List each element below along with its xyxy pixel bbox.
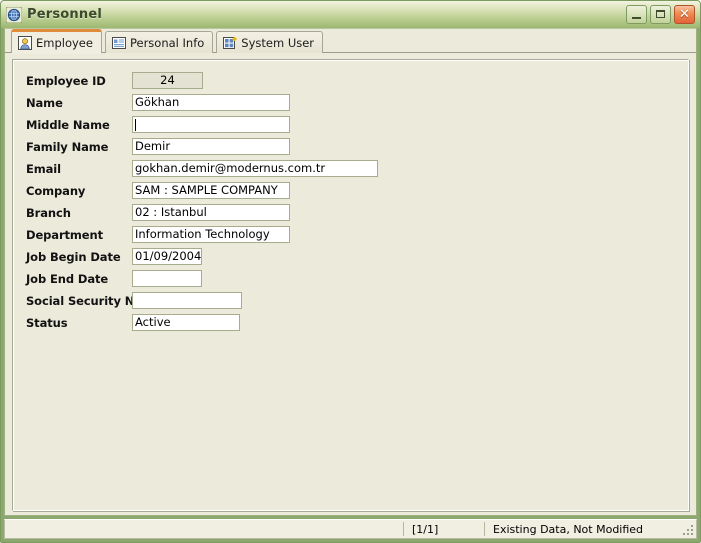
window-controls: ✕ <box>626 5 695 24</box>
label-job-end-date: Job End Date <box>26 271 109 286</box>
status-message <box>5 520 403 538</box>
maximize-icon <box>656 10 665 18</box>
department-field[interactable]: Information Technology <box>132 226 290 243</box>
tab-label: Personal Info <box>129 35 205 50</box>
label-employee-id: Employee ID <box>26 73 106 88</box>
field-row-status: Status Active <box>13 312 688 333</box>
tab-strip: Employee Personal Info System User <box>5 29 696 54</box>
close-button[interactable]: ✕ <box>674 5 695 24</box>
label-company: Company <box>26 183 86 198</box>
label-middle-name: Middle Name <box>26 117 110 132</box>
status-page-indicator: [1/1] <box>412 522 439 536</box>
window-title: Personnel <box>27 7 103 22</box>
field-row-company: Company SAM : SAMPLE COMPANY <box>13 180 688 201</box>
tab-employee[interactable]: Employee <box>11 29 102 54</box>
globe-icon <box>6 6 22 23</box>
social-security-no-field[interactable] <box>132 292 242 309</box>
field-row-employee-id: Employee ID 24 <box>13 70 688 91</box>
minimize-button[interactable] <box>626 5 647 24</box>
close-icon: ✕ <box>679 7 690 22</box>
status-record-state: Existing Data, Not Modified <box>493 522 644 536</box>
minimize-icon <box>632 17 641 19</box>
status-bar: [1/1] Existing Data, Not Modified <box>4 519 697 539</box>
tab-label: Employee <box>36 35 93 50</box>
label-name: Name <box>26 95 63 110</box>
label-family-name: Family Name <box>26 139 109 154</box>
tab-system-user[interactable]: System User <box>216 31 324 53</box>
label-branch: Branch <box>26 205 71 220</box>
tab-label: System User <box>241 35 315 50</box>
text-caret <box>135 118 136 131</box>
middle-name-field[interactable] <box>132 116 290 133</box>
family-name-field[interactable]: Demir <box>132 138 290 155</box>
field-row-job-end-date: Job End Date <box>13 268 688 289</box>
field-row-middle-name: Middle Name <box>13 114 688 135</box>
branch-field[interactable]: 02 : Istanbul <box>132 204 290 221</box>
label-department: Department <box>26 227 103 242</box>
email-field[interactable]: gokhan.demir@modernus.com.tr <box>132 160 378 177</box>
field-row-job-begin-date: Job Begin Date 01/09/2004 <box>13 246 688 267</box>
field-row-email: Email gokhan.demir@modernus.com.tr <box>13 158 688 179</box>
user-card-icon <box>18 35 32 50</box>
employee-id-field: 24 <box>132 72 203 89</box>
name-field[interactable]: Gökhan <box>132 94 290 111</box>
field-row-family-name: Family Name Demir <box>13 136 688 157</box>
field-row-branch: Branch 02 : Istanbul <box>13 202 688 223</box>
label-social-security-no: Social Security No <box>26 293 143 308</box>
personnel-window: Personnel ✕ Employee Personal Info Syste… <box>0 0 701 543</box>
user-add-icon <box>223 36 237 49</box>
list-card-icon <box>111 36 126 49</box>
field-row-name: Name Gökhan <box>13 92 688 113</box>
status-field[interactable]: Active <box>132 314 240 331</box>
field-row-department: Department Information Technology <box>13 224 688 245</box>
job-end-date-field[interactable] <box>132 270 202 287</box>
label-email: Email <box>26 161 61 176</box>
tab-personal-info[interactable]: Personal Info <box>104 31 214 53</box>
job-begin-date-field[interactable]: 01/09/2004 <box>132 248 202 265</box>
label-status: Status <box>26 315 68 330</box>
maximize-button[interactable] <box>650 5 671 24</box>
company-field[interactable]: SAM : SAMPLE COMPANY <box>132 182 290 199</box>
employee-form-panel: Employee ID 24 Name Gökhan Middle Name F… <box>12 59 689 511</box>
form-area: Employee ID 24 Name Gökhan Middle Name F… <box>5 53 696 515</box>
field-row-social-security-no: Social Security No <box>13 290 688 311</box>
titlebar[interactable]: Personnel ✕ <box>1 1 700 28</box>
client-area: Employee Personal Info System User Emplo… <box>4 28 697 516</box>
label-job-begin-date: Job Begin Date <box>26 249 121 264</box>
resize-grip-icon[interactable] <box>680 520 696 538</box>
